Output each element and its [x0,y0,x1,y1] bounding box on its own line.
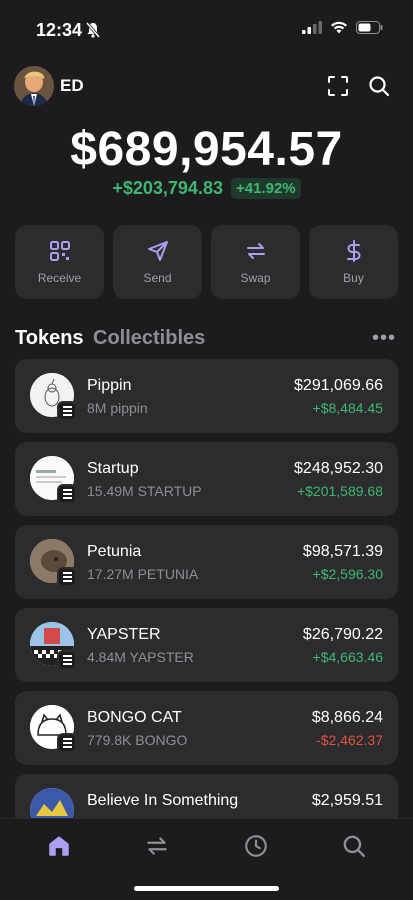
solana-icon [57,650,77,670]
home-indicator [134,886,279,891]
token-name: Pippin [87,377,132,394]
wifi-icon [331,21,347,34]
token-row-startup[interactable]: Startup 15.49M STARTUP $248,952.30 +$201… [15,442,398,516]
account-name[interactable]: ED [60,76,84,96]
clock-icon[interactable] [243,833,269,859]
change-amount: +$203,794.83 [112,178,223,198]
token-value: $98,571.39 [302,543,383,560]
token-change: +$4,663.46 [312,649,383,665]
token-change: +$2,596.30 [312,566,383,582]
token-name: YAPSTER [87,626,161,643]
search-icon[interactable] [367,74,391,98]
token-change: +$201,589.68 [296,483,383,499]
bell-off-icon [86,22,100,38]
dollar-icon [346,240,360,262]
token-name: Petunia [87,543,142,560]
change-percent-badge: +41.92% [230,178,301,199]
token-value: $2,959.51 [311,792,383,809]
total-balance: $689,954.57 [70,123,343,176]
token-row-bongo-cat[interactable]: BONGO CAT 779.8K BONGO $8,866.24 -$2,462… [15,691,398,765]
swap-icon [246,243,265,259]
tab-tokens[interactable]: Tokens [15,327,84,350]
swap-icon[interactable] [144,833,170,859]
token-row-petunia[interactable]: Petunia 17.27M PETUNIA $98,571.39 +$2,59… [15,525,398,599]
action-buttons: Receive Send Swap Buy [15,225,398,299]
swap-button[interactable]: Swap [211,225,300,299]
more-options-icon[interactable]: ••• [372,327,396,350]
token-name: Believe In Something [87,792,239,809]
qr-icon [49,241,70,261]
believe-logo [30,788,74,819]
token-name: Startup [87,460,139,477]
asset-tabs: Tokens Collectibles ••• [15,327,398,351]
scan-icon[interactable] [326,74,350,98]
solana-icon [57,733,77,753]
token-row-yapster[interactable]: YAPSTER 4.84M YAPSTER $26,790.22 +$4,663… [15,608,398,682]
token-value: $291,069.66 [294,377,383,394]
token-name: BONGO CAT [87,709,182,726]
token-value: $26,790.22 [302,626,383,643]
solana-icon [57,484,77,504]
receive-button[interactable]: Receive [15,225,104,299]
token-amount: 15.49M STARTUP [87,483,202,499]
buy-button[interactable]: Buy [309,225,398,299]
send-button[interactable]: Send [113,225,202,299]
balance-change: +$203,794.83 +41.92% [0,178,413,199]
status-time: 12:34 [36,20,83,40]
token-change: +$8,484.45 [312,400,383,416]
token-list: Pippin 8M pippin $291,069.66 +$8,484.45 … [15,359,398,819]
search-icon[interactable] [341,833,367,859]
action-label: Receive [37,271,82,285]
send-icon [147,241,168,261]
token-row-pippin[interactable]: Pippin 8M pippin $291,069.66 +$8,484.45 [15,359,398,433]
status-bar: 12:34 [0,0,413,62]
signal-icon [302,21,322,34]
token-change: -$2,462.37 [316,732,383,748]
token-row-believe[interactable]: Believe In Something $2,959.51 [15,774,398,819]
avatar[interactable] [14,66,54,106]
token-value: $8,866.24 [311,709,383,726]
header: ED [0,62,413,110]
token-amount: 4.84M YAPSTER [87,649,194,665]
battery-icon [356,21,383,34]
tab-collectibles[interactable]: Collectibles [93,327,205,350]
token-amount: 779.8K BONGO [87,732,188,748]
token-value: $248,952.30 [294,460,383,477]
action-label: Send [143,271,172,285]
solana-icon [57,567,77,587]
solana-icon [57,401,77,421]
token-amount: 17.27M PETUNIA [87,566,199,582]
home-icon[interactable] [46,833,72,859]
action-label: Swap [240,271,271,285]
token-amount: 8M pippin [87,400,148,416]
action-label: Buy [343,271,364,285]
